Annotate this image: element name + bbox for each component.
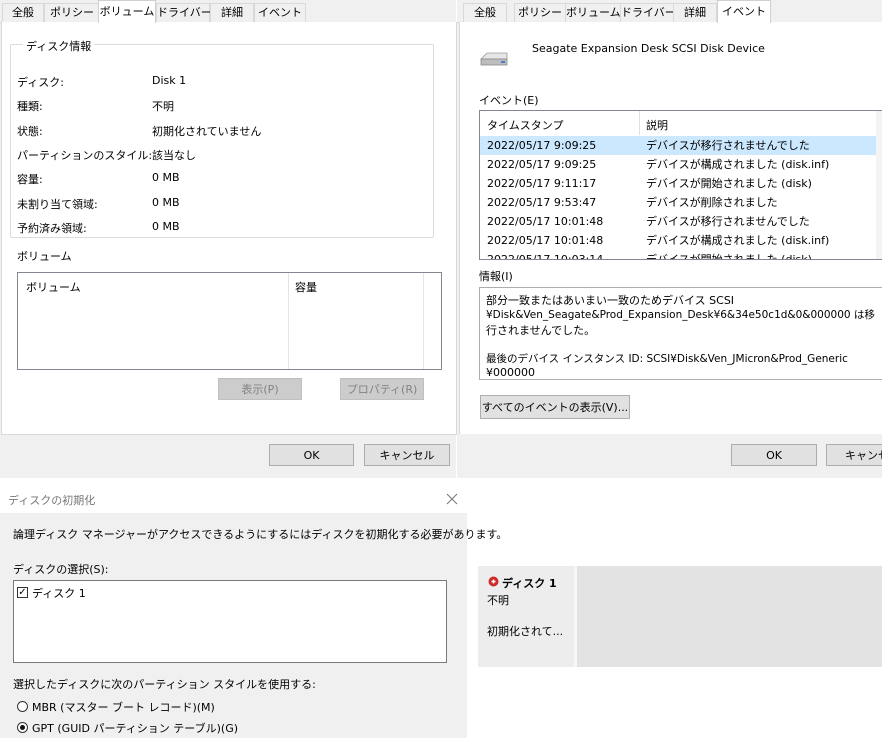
disk-info-title: ディスク情報 [23, 38, 95, 54]
mbr-radio-label[interactable]: MBR (マスター ブート レコード)(M) [32, 699, 215, 715]
column-header-capacity[interactable]: 容量 [295, 279, 317, 295]
tab-driver[interactable]: ドライバー [620, 3, 676, 22]
close-icon[interactable] [446, 493, 458, 505]
tab-policies[interactable]: ポリシー [514, 3, 566, 22]
tab-general[interactable]: 全般 [463, 3, 507, 22]
tab-general[interactable]: 全般 [2, 3, 44, 22]
tab-driver[interactable]: ドライバー [156, 3, 212, 22]
event-description: デバイスが削除されました [646, 196, 778, 209]
disk-area [577, 566, 882, 667]
info-text-line: 部分一致またはあいまい一致のためデバイス SCSI [486, 294, 735, 307]
field-label-type: 種類: [17, 100, 43, 113]
field-value-disk: Disk 1 [152, 74, 187, 87]
field-label-capacity: 容量: [17, 173, 43, 186]
disk-select-label: ディスクの選択(S): [13, 563, 109, 576]
field-value-type: 不明 [152, 100, 174, 113]
event-time: 2022/05/17 9:11:17 [487, 177, 597, 190]
properties-button[interactable]: プロパティ(R) [340, 378, 424, 400]
field-value-unallocated: 0 MB [152, 196, 180, 209]
disk-item-label[interactable]: ディスク 1 [32, 585, 86, 601]
event-description: デバイスが開始されました (disk) [646, 253, 812, 260]
info-text-line: 最後のデバイス インスタンス ID: SCSI¥Disk&Ven_JMicron… [486, 353, 848, 365]
tab-volumes[interactable]: ボリューム [98, 0, 156, 23]
events-dialog: 全般 ポリシー ボリューム ドライバー 詳細 イベント Seagate Expa… [457, 0, 882, 478]
disk-error-icon [488, 576, 499, 587]
event-description: デバイスが構成されました (disk.inf) [646, 234, 830, 247]
field-value-capacity: 0 MB [152, 171, 180, 184]
field-value-partition-style: 該当なし [152, 149, 196, 162]
events-list[interactable]: タイムスタンプ 説明 2022/05/17 9:09:25 デバイスが移行されま… [479, 110, 882, 260]
table-row[interactable]: 2022/05/17 9:09:25 デバイスが構成されました (disk.in… [480, 155, 878, 174]
event-time: 2022/05/17 10:01:48 [487, 215, 604, 228]
tab-events[interactable]: イベント [254, 3, 306, 22]
tab-details[interactable]: 詳細 [210, 3, 254, 22]
gpt-radio[interactable] [17, 722, 28, 733]
tab-volumes[interactable]: ボリューム [565, 3, 621, 22]
event-description: デバイスが移行されませんでした [646, 215, 810, 228]
table-row[interactable]: 2022/05/17 10:03:14 デバイスが開始されました (disk) [480, 250, 878, 260]
disk-select-list[interactable]: ✓ ディスク 1 [13, 580, 447, 663]
disk-name: ディスク 1 [502, 577, 557, 590]
field-value-status: 初期化されていません [152, 125, 262, 138]
tab-events[interactable]: イベント [717, 0, 771, 23]
column-divider [288, 273, 289, 369]
dialog-title: ディスクの初期化 [8, 494, 96, 507]
event-time: 2022/05/17 9:09:25 [487, 139, 597, 152]
cancel-button[interactable]: キャンセル [364, 444, 450, 466]
table-row[interactable]: 2022/05/17 10:01:48 デバイスが構成されました (disk.i… [480, 231, 878, 250]
event-time: 2022/05/17 10:01:48 [487, 234, 604, 247]
event-time: 2022/05/17 10:03:14 [487, 253, 604, 260]
field-label-disk: ディスク: [17, 76, 64, 89]
column-header-description[interactable]: 説明 [646, 117, 668, 133]
ok-button[interactable]: OK [731, 444, 817, 466]
info-label: 情報(I) [479, 270, 513, 283]
column-divider [639, 111, 640, 135]
column-divider [423, 273, 424, 369]
tab-policies[interactable]: ポリシー [44, 3, 100, 22]
device-name: Seagate Expansion Desk SCSI Disk Device [532, 42, 765, 55]
table-row[interactable]: 2022/05/17 9:53:47 デバイスが削除されました [480, 193, 878, 212]
table-row[interactable]: 2022/05/17 9:11:17 デバイスが開始されました (disk) [480, 174, 878, 193]
dialog-description: 論理ディスク マネージャーがアクセスできるようにするにはディスクを初期化する必要… [13, 528, 508, 541]
events-scrollbar[interactable] [876, 111, 882, 259]
partition-style-label: 選択したディスクに次のパーティション スタイルを使用する: [13, 678, 316, 691]
event-description: デバイスが移行されませんでした [646, 139, 810, 152]
column-header-timestamp[interactable]: タイムスタンプ [487, 117, 563, 133]
volumes-list[interactable]: ボリューム 容量 [17, 272, 442, 370]
cancel-button[interactable]: キャンセル [826, 444, 882, 466]
event-time: 2022/05/17 9:09:25 [487, 158, 597, 171]
disk-drive-icon [480, 52, 508, 66]
view-button[interactable]: 表示(P) [218, 378, 302, 400]
volumes-section-title: ボリューム [17, 250, 72, 263]
info-textbox[interactable]: 部分一致またはあいまい一致のためデバイス SCSI ¥Disk&Ven_Seag… [479, 287, 882, 380]
info-text-line: ¥Disk&Ven_Seagate&Prod_Expansion_Desk¥6&… [486, 309, 875, 321]
event-description: デバイスが構成されました (disk.inf) [646, 158, 830, 171]
column-header-volume[interactable]: ボリューム [26, 279, 81, 295]
tab-details[interactable]: 詳細 [673, 3, 717, 22]
info-text-line: 行されませんでした。 [486, 324, 596, 337]
ok-button[interactable]: OK [269, 444, 354, 466]
disk-type: 不明 [487, 594, 509, 607]
field-label-partition-style: パーティションのスタイル: [17, 149, 153, 162]
field-value-reserved: 0 MB [152, 220, 180, 233]
view-all-events-button[interactable]: すべてのイベントの表示(V)... [480, 395, 630, 419]
initialize-disk-dialog: ディスクの初期化 論理ディスク マネージャーがアクセスできるようにするにはディス… [0, 479, 507, 738]
disk-checkbox[interactable]: ✓ [17, 587, 28, 598]
gpt-radio-label[interactable]: GPT (GUID パーティション テーブル)(G) [32, 720, 238, 736]
field-label-unallocated: 未割り当て領域: [17, 198, 98, 211]
info-text-line: ¥000000 [486, 366, 535, 379]
event-description: デバイスが開始されました (disk) [646, 177, 812, 190]
field-label-status: 状態: [17, 125, 43, 138]
volumes-dialog: 全般 ポリシー ボリューム ドライバー 詳細 イベント ディスク情報 ディスク:… [0, 0, 457, 478]
events-label: イベント(E) [479, 94, 539, 107]
event-time: 2022/05/17 9:53:47 [487, 196, 597, 209]
mbr-radio[interactable] [17, 701, 28, 712]
disk-status: 初期化されて... [487, 625, 564, 638]
field-label-reserved: 予約済み領域: [17, 222, 87, 235]
table-row[interactable]: 2022/05/17 10:01:48 デバイスが移行されませんでした [480, 212, 878, 231]
table-row[interactable]: 2022/05/17 9:09:25 デバイスが移行されませんでした [480, 136, 878, 155]
disk-management-view: ディスク 1 不明 初期化されて... [478, 566, 882, 667]
